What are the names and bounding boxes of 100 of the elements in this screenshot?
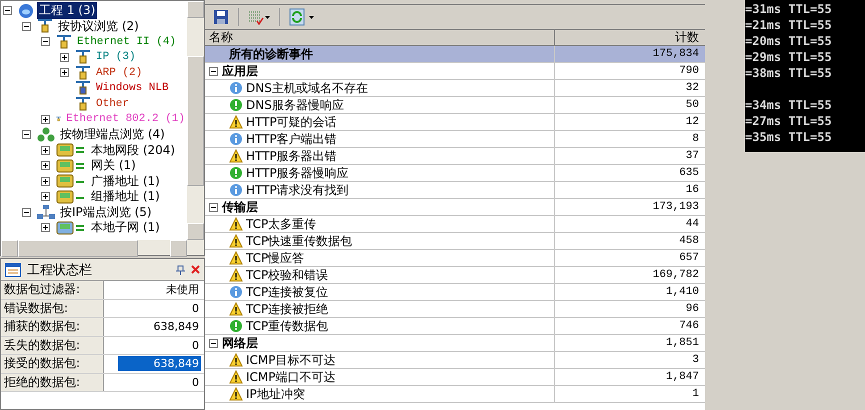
panel-title: 工程状态栏 — [27, 262, 93, 278]
count-value: 657 — [679, 252, 699, 264]
property-value: 未使用 — [165, 282, 200, 298]
tree-item[interactable]: 广播地址 (1) — [89, 172, 162, 190]
event-name: HTTP可疑的会话 — [246, 114, 337, 130]
row-label: 所有的诊断事件 — [229, 46, 313, 62]
count-value: 173,193 — [652, 201, 699, 213]
terminal-line: =31ms TTL=55 — [745, 1, 833, 17]
count-value: 96 — [686, 303, 699, 315]
event-name: ICMP目标不可达 — [246, 352, 336, 368]
host-group-icon — [56, 173, 86, 190]
count-value: 746 — [679, 320, 699, 332]
warning-icon — [229, 302, 243, 316]
network-tap-icon — [37, 18, 53, 34]
network-icon — [37, 204, 55, 220]
event-name: ICMP端口不可达 — [246, 368, 336, 386]
count-value: 458 — [679, 235, 699, 247]
tree-item[interactable]: 本地子网 (1) — [89, 219, 162, 236]
tree-item[interactable]: Windows NLB — [94, 82, 171, 94]
property-label: 数据包过滤器: — [4, 281, 80, 298]
tree-item[interactable]: Ethernet II (4) — [75, 36, 178, 48]
count-value: 1,851 — [666, 337, 699, 349]
expand-toggle[interactable] — [41, 114, 50, 124]
collapse-toggle[interactable] — [41, 37, 50, 46]
event-name: HTTP客户端出错 — [246, 130, 337, 148]
event-name: TCP校验和错误 — [246, 266, 328, 284]
horizontal-scrollbar[interactable] — [1, 240, 204, 255]
column-header[interactable]: 名称 — [205, 30, 555, 45]
count-value: 8 — [692, 133, 699, 145]
expand-toggle[interactable] — [41, 192, 50, 202]
collapse-toggle[interactable] — [3, 6, 12, 16]
count-value: 1,847 — [666, 371, 699, 383]
tree-item[interactable]: IP (3) — [94, 51, 138, 64]
tree-item[interactable]: 网关 (1) — [89, 157, 138, 174]
vertical-scrollbar[interactable] — [187, 1, 204, 240]
warning-icon — [229, 387, 243, 401]
refresh-button[interactable] — [287, 7, 317, 27]
collapse-toggle[interactable] — [22, 208, 31, 217]
expand-toggle[interactable] — [41, 223, 50, 232]
collapse-toggle[interactable] — [22, 22, 31, 31]
count-value: 12 — [686, 116, 699, 128]
event-name: HTTP请求没有找到 — [246, 182, 349, 198]
tree-item[interactable]: Other — [94, 98, 132, 110]
tree-item[interactable]: Ethernet 802.2 (1) — [64, 113, 187, 126]
expand-toggle[interactable] — [41, 146, 50, 155]
group-label: 应用层 — [222, 62, 258, 80]
warning-icon — [229, 353, 243, 367]
collapse-toggle[interactable] — [209, 202, 218, 212]
collapse-toggle[interactable] — [209, 338, 218, 348]
close-icon[interactable] — [191, 265, 200, 274]
expand-toggle[interactable] — [41, 161, 50, 170]
warning-icon — [229, 217, 243, 231]
terminal-line: =29ms TTL=55 — [745, 49, 833, 65]
tree-item[interactable]: 组播地址 (1) — [89, 188, 162, 206]
tree-item[interactable]: 按物理端点浏览 (4) — [58, 126, 167, 144]
terminal-line: =21ms TTL=55 — [745, 17, 833, 33]
event-name: TCP连接被拒绝 — [246, 300, 328, 318]
network-tap-icon — [56, 34, 72, 50]
panel-icon — [5, 262, 21, 276]
tree-item[interactable]: 工程 1 (3) — [37, 2, 98, 20]
pin-icon[interactable] — [176, 264, 185, 274]
network-tap-icon — [75, 80, 91, 96]
terminal-line: =35ms TTL=55 — [745, 129, 833, 145]
warning-icon — [229, 149, 243, 163]
column-header[interactable]: 计数 — [555, 30, 705, 45]
property-label: 捕获的数据包: — [4, 318, 80, 336]
count-value: 635 — [679, 167, 699, 179]
warning-icon — [229, 251, 243, 265]
expand-toggle[interactable] — [60, 68, 69, 78]
expand-toggle[interactable] — [41, 176, 50, 186]
host-group-icon — [56, 142, 86, 158]
collapse-toggle[interactable] — [209, 66, 218, 76]
property-label: 拒绝的数据包: — [4, 374, 80, 391]
count-value: 37 — [686, 150, 699, 162]
save-button[interactable] — [211, 7, 231, 27]
hosts-icon — [37, 126, 55, 143]
event-name: DNS主机或域名不存在 — [246, 80, 368, 96]
count-value: 790 — [679, 65, 699, 77]
tree-item[interactable]: 本地网段 (204) — [89, 142, 178, 159]
count-value: 1,410 — [666, 286, 699, 298]
event-name: HTTP服务器出错 — [246, 148, 337, 164]
network-tap-icon — [75, 49, 91, 66]
property-label: 丢失的数据包: — [4, 336, 80, 354]
terminal-line: =20ms TTL=55 — [745, 33, 833, 49]
count-value: 175,834 — [652, 48, 699, 60]
tree-item[interactable]: ARP (2) — [94, 66, 144, 79]
tree-item[interactable]: 按IP端点浏览 (5) — [58, 204, 154, 221]
event-name: TCP太多重传 — [246, 216, 316, 232]
collapse-toggle[interactable] — [22, 130, 31, 140]
count-value: 169,782 — [652, 269, 699, 281]
host-group-icon — [56, 220, 86, 236]
network-tap-icon — [75, 64, 91, 81]
terminal-line: =34ms TTL=55 — [745, 97, 833, 113]
warning-icon — [229, 115, 243, 129]
count-value: 3 — [692, 354, 699, 366]
expand-toggle[interactable] — [60, 52, 69, 62]
property-value: 638,849 — [152, 319, 200, 334]
table-row[interactable]: 所有的诊断事件 175,834 — [205, 46, 705, 63]
tree-item[interactable]: 按协议浏览 (2) — [56, 18, 141, 35]
event-name: HTTP服务器慢响应 — [246, 164, 349, 182]
